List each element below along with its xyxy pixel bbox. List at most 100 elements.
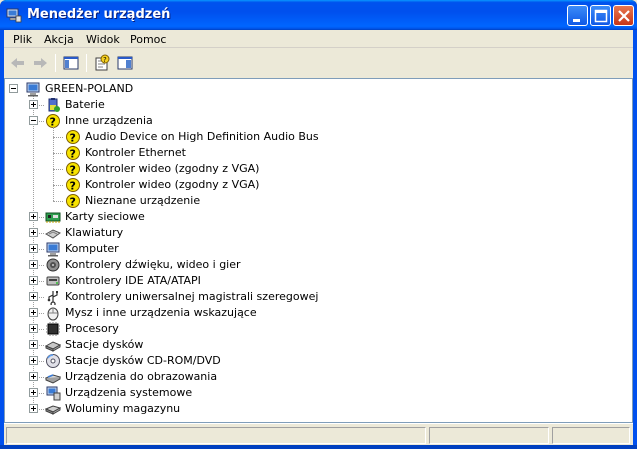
collapse-toggle[interactable] (9, 84, 18, 93)
forward-arrow-icon[interactable] (30, 54, 50, 72)
device-row[interactable]: ? Kontroler wideo (zgodny z VGA) (5, 161, 605, 177)
unknown-device-icon: ? (66, 162, 80, 177)
device-row[interactable]: ? Kontroler wideo (zgodny z VGA) (5, 177, 605, 193)
tree-connector (39, 297, 44, 298)
device-category-row[interactable]: Kontrolery dźwięku, wideo i gier (5, 257, 605, 273)
menu-file[interactable]: Plik (13, 33, 32, 46)
device-category-label: Stacje dysków CD-ROM/DVD (65, 354, 221, 367)
tree-connector (39, 361, 44, 362)
device-category-label: Woluminy magazynu (65, 402, 181, 415)
close-button[interactable] (613, 5, 634, 26)
expand-toggle[interactable] (29, 324, 38, 333)
close-icon (618, 10, 630, 22)
menu-view[interactable]: Widok (86, 33, 120, 46)
show-hide-console-tree-icon[interactable] (61, 54, 81, 72)
device-category-row[interactable]: Urządzenia do obrazowania (5, 369, 605, 385)
device-category-label: Stacje dysków (65, 338, 144, 351)
device-category-label: Baterie (65, 98, 105, 111)
maximize-icon (594, 9, 608, 23)
device-tree[interactable]: GREEN-POLAND Baterie? Inne urządzenia? Audi… (4, 78, 633, 423)
expand-toggle[interactable] (29, 340, 38, 349)
back-arrow-icon[interactable] (8, 54, 28, 72)
storage-volume-icon (45, 405, 61, 415)
tree-connector (39, 393, 44, 394)
svg-text:?: ? (70, 180, 76, 193)
status-cell-tertiary (552, 427, 630, 444)
tree-connector (39, 121, 44, 122)
svg-text:?: ? (70, 148, 76, 161)
computer-icon (46, 242, 60, 257)
window-frame-right (633, 30, 637, 449)
unknown-device-icon: ? (66, 146, 80, 161)
device-category-row[interactable]: Urządzenia systemowe (5, 385, 605, 401)
processor-icon (46, 322, 60, 336)
device-category-row[interactable]: Karty sieciowe (5, 209, 605, 225)
tree-connector (53, 137, 63, 138)
computer-icon (26, 82, 40, 97)
toolbar-separator (86, 54, 87, 72)
expand-toggle[interactable] (29, 388, 38, 397)
device-category-row[interactable]: Komputer (5, 241, 605, 257)
title-bar[interactable]: Menedżer urządzeń (0, 0, 637, 30)
menu-bar: Plik Akcja Widok Pomoc (4, 30, 633, 48)
status-bar (4, 423, 633, 445)
device-category-label: Komputer (65, 242, 119, 255)
expand-toggle[interactable] (29, 308, 38, 317)
expand-toggle[interactable] (29, 228, 38, 237)
unknown-device-icon: ? (66, 178, 80, 193)
tree-connector (39, 377, 44, 378)
usb-icon (47, 291, 58, 305)
device-category-label: Kontrolery dźwięku, wideo i gier (65, 258, 241, 271)
expand-toggle[interactable] (29, 372, 38, 381)
minimize-icon (573, 19, 580, 22)
client-area: Plik Akcja Widok Pomoc ? GREEN-POLAND Ba… (4, 30, 633, 445)
status-cell-secondary (429, 427, 549, 444)
menu-action[interactable]: Akcja (44, 33, 74, 46)
device-category-row[interactable]: Klawiatury (5, 225, 605, 241)
device-category-row[interactable]: Kontrolery IDE ATA/ATAPI (5, 273, 605, 289)
system-device-icon (46, 386, 61, 401)
device-label: Kontroler wideo (zgodny z VGA) (85, 162, 260, 175)
device-row[interactable]: ? Nieznane urządzenie (5, 193, 605, 209)
device-category-row[interactable]: Stacje dysków (5, 337, 605, 353)
tree-connector (39, 313, 44, 314)
device-row[interactable]: ? Kontroler Ethernet (5, 145, 605, 161)
tree-connector (39, 105, 44, 106)
device-category-label: Inne urządzenia (65, 114, 153, 127)
status-cell-main (6, 427, 426, 444)
device-row[interactable]: ? Audio Device on High Definition Audio B… (5, 129, 605, 145)
maximize-button[interactable] (590, 5, 611, 26)
expand-toggle[interactable] (29, 100, 38, 109)
expand-toggle[interactable] (29, 292, 38, 301)
tree-connector (39, 217, 44, 218)
expand-toggle[interactable] (29, 260, 38, 269)
unknown-device-icon: ? (66, 130, 80, 145)
tree-connector (53, 153, 63, 154)
minimize-button[interactable] (567, 5, 588, 26)
device-category-label: Urządzenia systemowe (65, 386, 193, 399)
show-hide-action-pane-icon[interactable] (115, 54, 135, 72)
device-manager-window: Menedżer urządzeń Plik Akcja Widok Pomoc (0, 0, 637, 449)
device-category-row[interactable]: Procesory (5, 321, 605, 337)
tree-root-row[interactable]: GREEN-POLAND (5, 81, 605, 97)
expand-toggle[interactable] (29, 356, 38, 365)
mouse-icon (47, 307, 59, 321)
expand-toggle[interactable] (29, 244, 38, 253)
properties-icon[interactable]: ? (92, 54, 112, 72)
expand-toggle[interactable] (29, 276, 38, 285)
device-category-row[interactable]: Kontrolery uniwersalnej magistrali szere… (5, 289, 605, 305)
tree-connector (39, 329, 44, 330)
device-label: Nieznane urządzenie (85, 194, 201, 207)
device-category-row[interactable]: Baterie (5, 97, 605, 113)
tree-connector (53, 201, 63, 202)
device-category-row[interactable]: Stacje dysków CD-ROM/DVD (5, 353, 605, 369)
device-category-row[interactable]: Woluminy magazynu (5, 401, 605, 417)
expand-toggle[interactable] (29, 212, 38, 221)
collapse-toggle[interactable] (29, 116, 38, 125)
unknown-device-icon: ? (66, 194, 80, 209)
tree-connector (39, 281, 44, 282)
device-category-row[interactable]: Mysz i inne urządzenia wskazujące (5, 305, 605, 321)
menu-help[interactable]: Pomoc (130, 33, 166, 46)
device-category-row[interactable]: ? Inne urządzenia (5, 113, 605, 129)
expand-toggle[interactable] (29, 404, 38, 413)
